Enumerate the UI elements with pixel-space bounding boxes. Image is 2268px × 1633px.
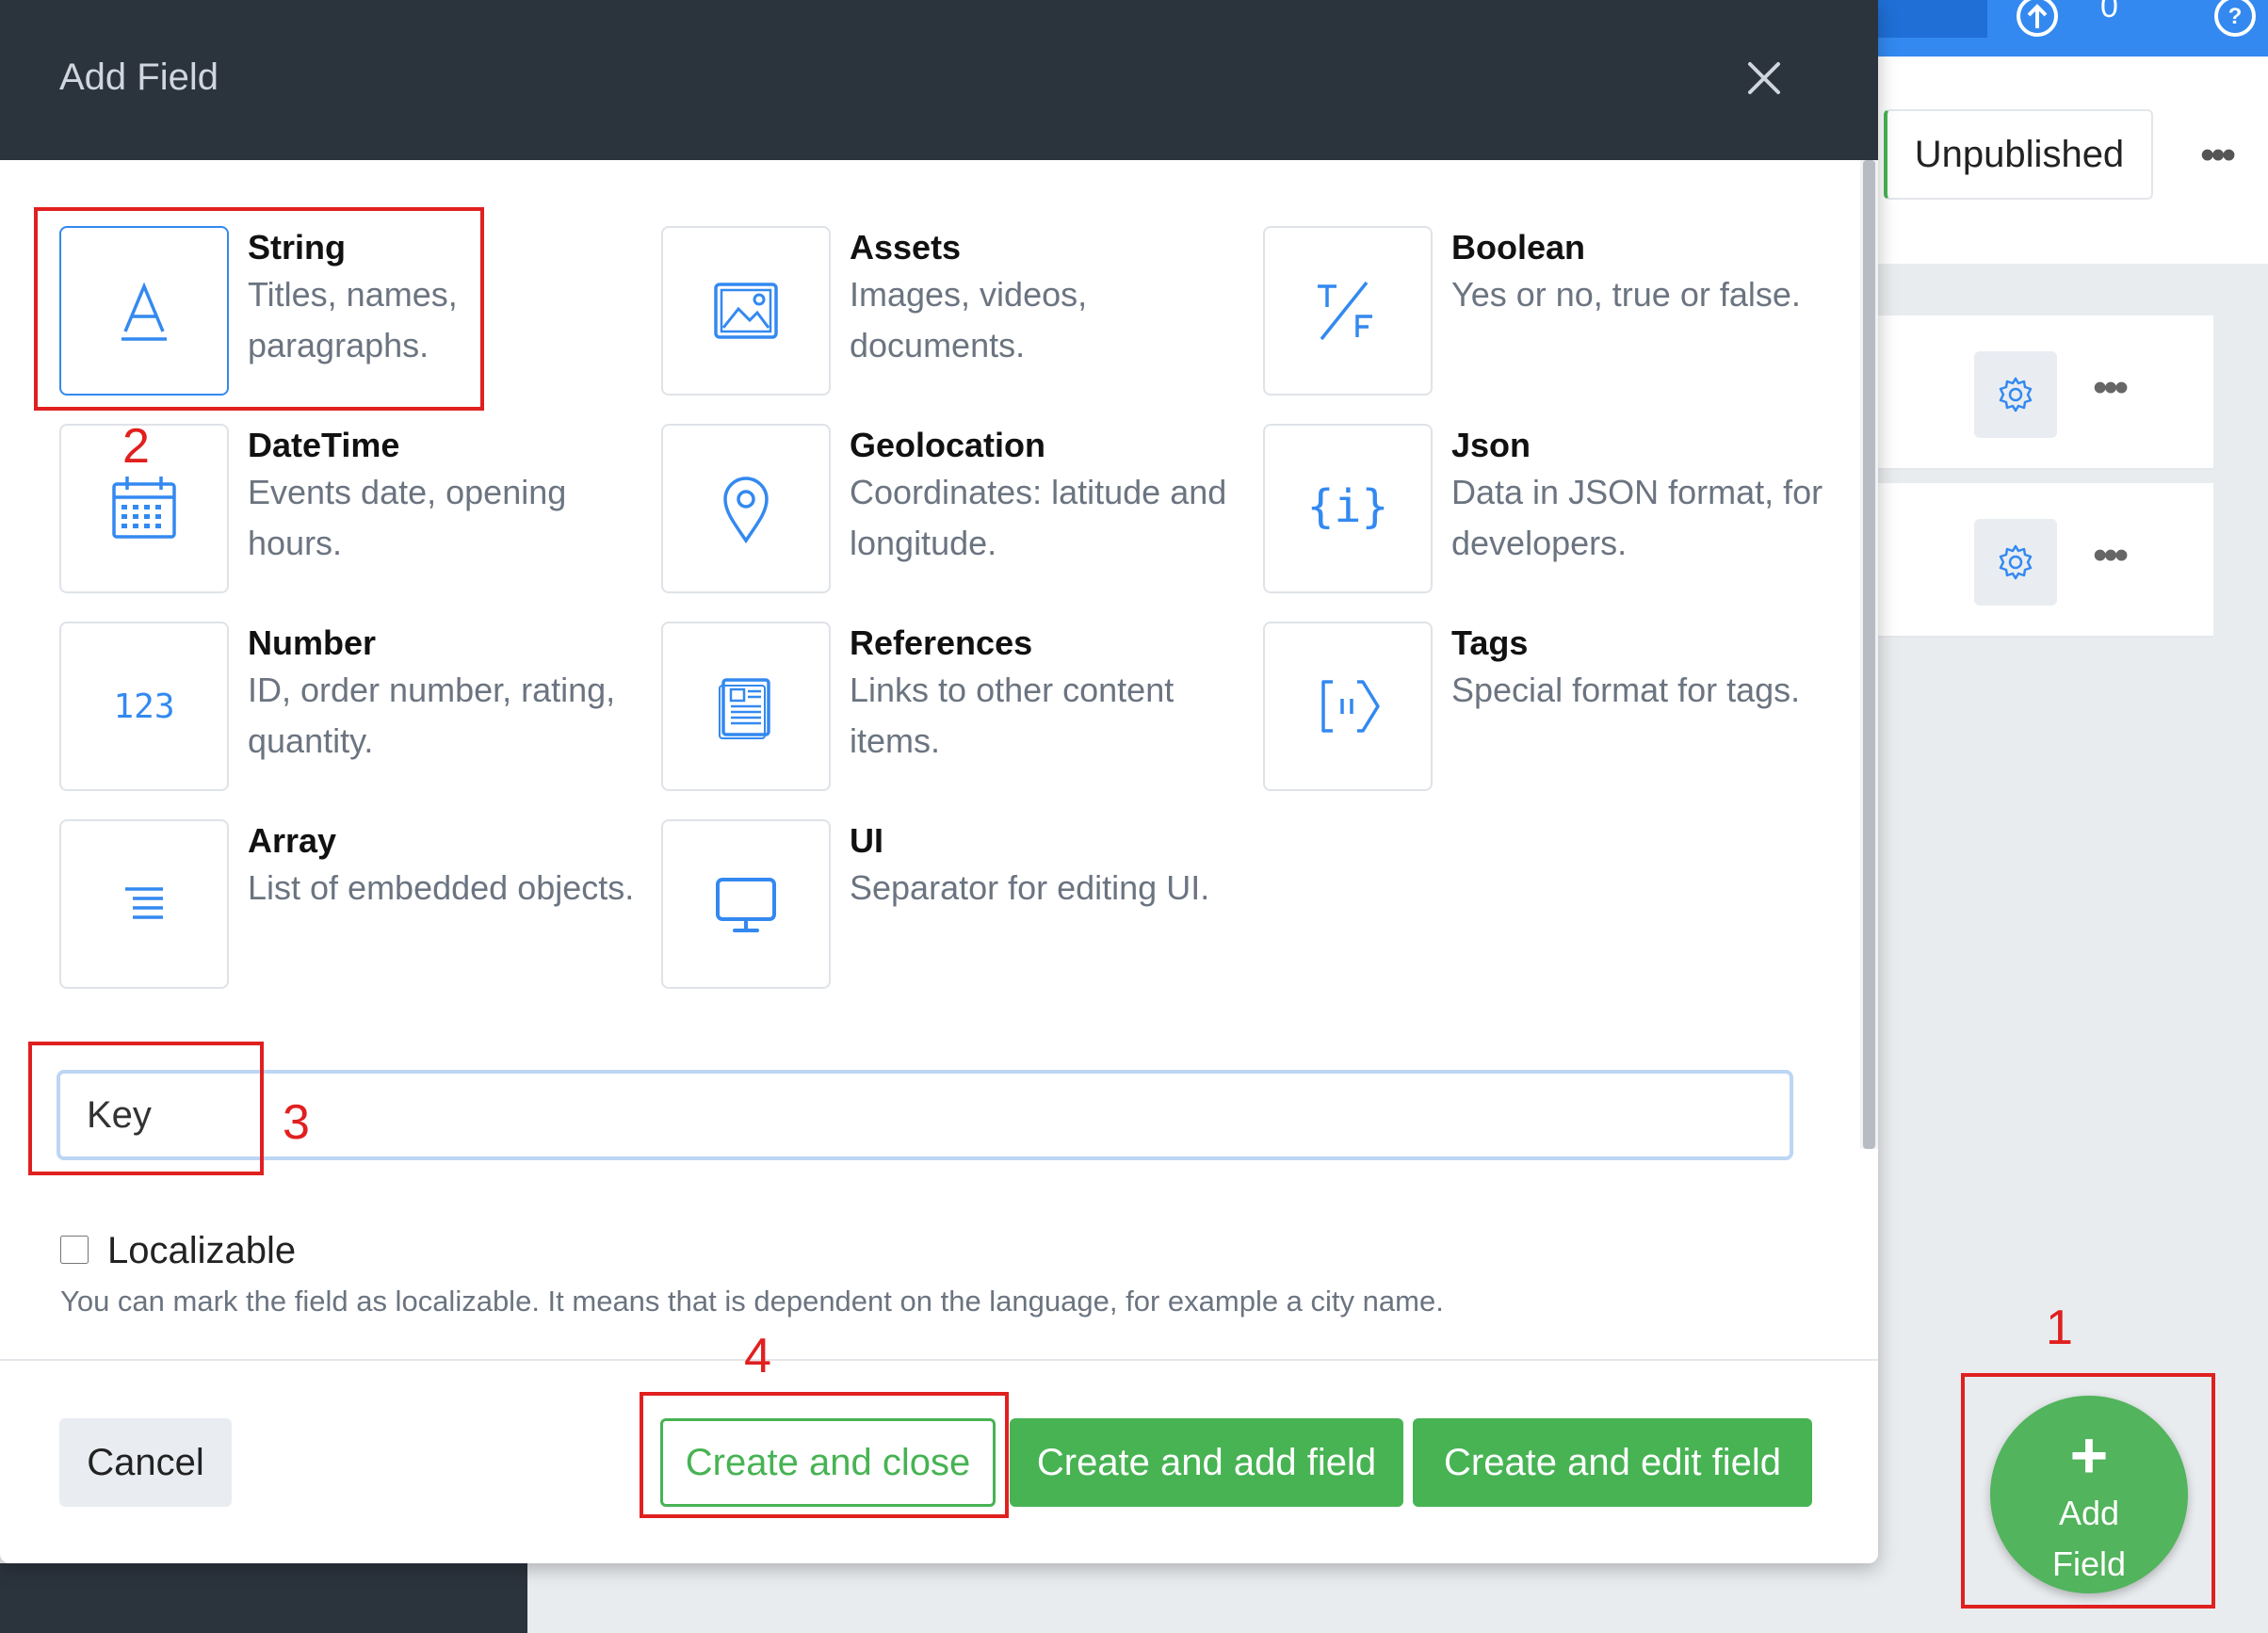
top-bar-badge: 0 [2100,0,2118,24]
field-type-references[interactable]: References Links to other content items. [661,622,1245,791]
document-icon [661,622,831,791]
top-navigation-bar: 0 ? [1874,0,2268,57]
dialog-title: Add Field [59,57,219,98]
field-type-description: Separator for editing UI. [850,868,1210,907]
field-type-description: Coordinates: latitude and longitude. [850,473,1227,562]
gear-icon [1999,544,2033,580]
annotation-number-1: 1 [2046,1301,2073,1355]
svg-text:?: ? [2228,4,2243,29]
field-type-name: UI [850,821,883,860]
field-type-name: Assets [850,228,962,267]
field-type-description: Images, videos, documents. [850,275,1088,364]
annotation-box-input [28,1042,264,1175]
field-type-description: Special format for tags. [1451,671,1801,709]
svg-text:{i}: {i} [1310,480,1385,533]
row-more-icon[interactable]: ••• [2093,532,2129,579]
field-type-description: Events date, opening hours. [248,473,567,562]
localizable-checkbox[interactable] [60,1236,89,1264]
field-type-ui[interactable]: UI Separator for editing UI. [661,819,1245,989]
settings-button[interactable] [1974,351,2057,438]
field-type-name: References [850,623,1033,662]
image-icon [661,226,831,396]
annotation-number-2: 2 [122,419,150,474]
field-row: ••• [1874,315,2213,470]
field-type-description: List of embedded objects. [248,868,635,907]
dialog-scrollbar[interactable] [1860,160,1878,1149]
upload-icon[interactable] [2014,0,2061,49]
field-type-number[interactable]: 123 Number ID, order number, rating, qua… [59,622,643,791]
cancel-button[interactable]: Cancel [59,1418,232,1507]
localizable-hint: You can mark the field as localizable. I… [60,1285,1444,1318]
field-type-name: Boolean [1451,228,1586,267]
true-false-icon [1263,226,1433,396]
field-type-description: ID, order number, rating, quantity. [248,671,616,760]
number-icon: 123 [59,622,229,791]
create-and-edit-field-button[interactable]: Create and edit field [1413,1418,1812,1507]
field-type-name: Number [248,623,377,662]
localizable-label: Localizable [107,1230,297,1271]
field-name-input[interactable] [57,1070,1793,1160]
field-type-description: Data in JSON format, for developers. [1451,473,1823,562]
close-icon[interactable] [1739,53,1790,104]
json-icon: {i} [1263,424,1433,593]
footer-divider [0,1359,1878,1361]
svg-text:123: 123 [113,687,174,726]
field-type-array[interactable]: Array List of embedded objects. [59,819,643,989]
field-type-description: Yes or no, true or false. [1451,275,1801,314]
sidebar-background [0,1563,527,1633]
monitor-icon [661,819,831,989]
field-type-assets[interactable]: Assets Images, videos, documents. [661,226,1245,396]
scrollbar-thumb[interactable] [1863,160,1875,1149]
field-type-name: Json [1451,426,1531,464]
field-type-name: Array [248,821,337,860]
field-type-name: DateTime [248,426,400,464]
help-icon[interactable]: ? [2211,0,2259,49]
field-type-description: Links to other content items. [850,671,1174,760]
annotation-box-fab [1961,1373,2215,1609]
field-row: ••• [1874,483,2213,638]
annotation-number-4: 4 [744,1329,771,1383]
field-type-name: Tags [1451,623,1529,662]
annotation-box-create-close [640,1392,1009,1518]
settings-button[interactable] [1974,519,2057,606]
list-icon [59,819,229,989]
annotation-number-3: 3 [283,1095,310,1150]
create-and-add-field-button[interactable]: Create and add field [1010,1418,1403,1507]
field-type-tags[interactable]: Tags Special format for tags. [1263,622,1847,791]
field-type-name: Geolocation [850,426,1046,464]
top-bar-segment [1874,0,1987,38]
dialog-header: Add Field [0,0,1878,160]
status-button[interactable]: Unpublished [1884,109,2153,200]
field-type-json[interactable]: {i} Json Data in JSON format, for develo… [1263,424,1847,593]
field-type-geolocation[interactable]: Geolocation Coordinates: latitude and lo… [661,424,1245,593]
gear-icon [1999,377,2033,412]
annotation-box-string [34,207,484,411]
map-pin-icon [661,424,831,593]
field-type-boolean[interactable]: Boolean Yes or no, true or false. [1263,226,1847,396]
tag-icon [1263,622,1433,791]
more-options-icon[interactable]: ••• [2200,132,2236,179]
row-more-icon[interactable]: ••• [2093,364,2129,412]
